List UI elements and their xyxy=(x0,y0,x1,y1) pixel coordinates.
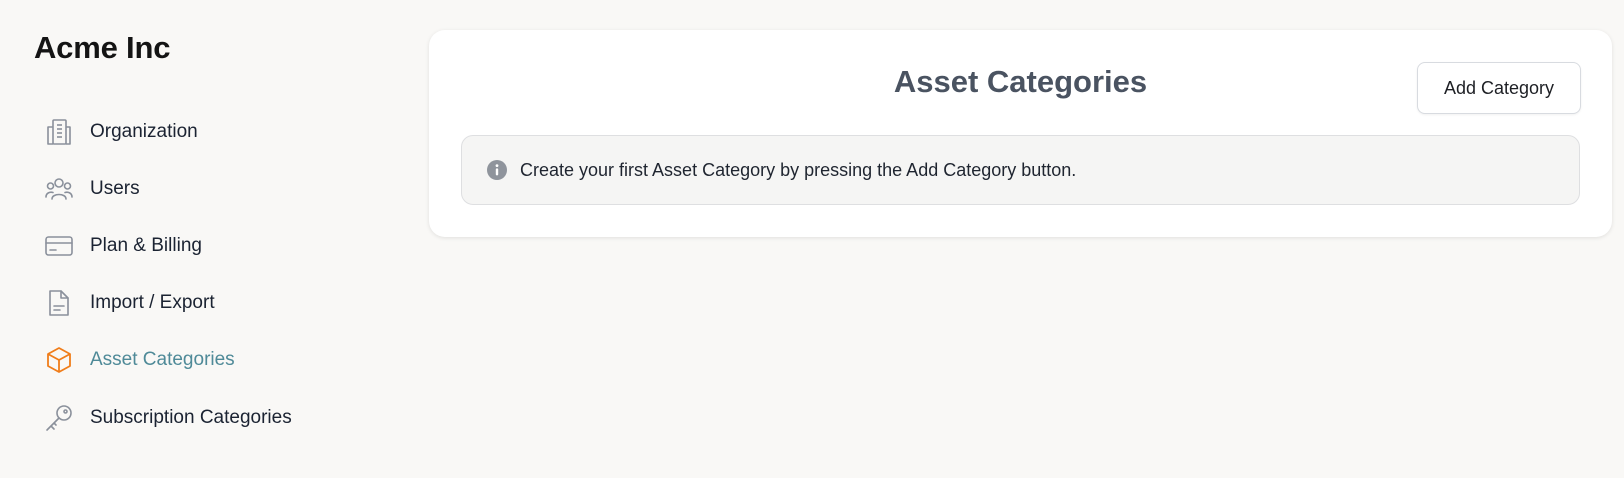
users-icon xyxy=(44,174,74,204)
sidebar-item-users[interactable]: Users xyxy=(44,160,374,217)
sidebar-item-label: Organization xyxy=(90,120,198,142)
sidebar-nav: Organization Users Plan & Billing Import… xyxy=(44,103,374,446)
sidebar-item-label: Asset Categories xyxy=(90,349,235,371)
info-message: Create your first Asset Category by pres… xyxy=(520,159,1077,180)
key-icon xyxy=(44,403,74,433)
cube-icon xyxy=(44,345,74,375)
sidebar-item-label: Plan & Billing xyxy=(90,234,202,256)
sidebar: Acme Inc Organization Users Plan & Billi… xyxy=(0,0,420,478)
credit-card-icon xyxy=(44,231,74,261)
document-icon xyxy=(44,288,74,318)
sidebar-item-subscription-categories[interactable]: Subscription Categories xyxy=(44,389,374,446)
sidebar-item-plan-billing[interactable]: Plan & Billing xyxy=(44,217,374,274)
organization-name: Acme Inc xyxy=(34,30,171,65)
sidebar-item-import-export[interactable]: Import / Export xyxy=(44,275,374,332)
sidebar-item-asset-categories[interactable]: Asset Categories xyxy=(44,332,374,389)
sidebar-item-organization[interactable]: Organization xyxy=(44,103,374,160)
sidebar-item-label: Subscription Categories xyxy=(90,406,292,428)
add-category-button[interactable]: Add Category xyxy=(1417,62,1581,114)
sidebar-item-label: Users xyxy=(90,177,140,199)
sidebar-item-label: Import / Export xyxy=(90,292,215,314)
asset-categories-card: Asset Categories Add Category Create you… xyxy=(429,30,1612,237)
building-icon xyxy=(44,117,74,147)
info-alert: Create your first Asset Category by pres… xyxy=(461,135,1580,205)
info-icon xyxy=(486,159,508,181)
